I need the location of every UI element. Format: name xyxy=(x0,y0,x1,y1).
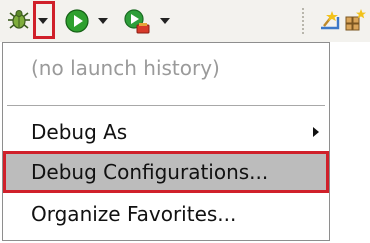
play-icon xyxy=(65,9,89,33)
menu-separator xyxy=(7,105,325,106)
debug-dropdown-menu: (no launch history) Debug As Debug Confi… xyxy=(2,42,330,241)
debug-button[interactable] xyxy=(6,7,32,33)
menu-item-label: Debug As xyxy=(31,120,128,144)
menu-item-label: (no launch history) xyxy=(31,56,220,80)
menu-item-label: Debug Configurations... xyxy=(31,160,269,184)
external-tools-icon xyxy=(124,9,150,34)
external-tools-dropdown[interactable] xyxy=(160,18,170,24)
toolbar-separator xyxy=(302,8,304,34)
chevron-down-icon xyxy=(98,18,108,24)
chevron-down-icon xyxy=(160,18,170,24)
menu-item-debug-configurations[interactable]: Debug Configurations... xyxy=(3,151,329,193)
external-tools-button[interactable] xyxy=(122,6,152,36)
submenu-arrow-icon xyxy=(313,127,319,137)
bug-icon xyxy=(8,10,30,29)
new-project-button[interactable] xyxy=(318,8,344,34)
new-package-button[interactable] xyxy=(344,8,368,34)
new-project-icon xyxy=(321,11,340,30)
new-package-icon xyxy=(345,9,366,31)
menu-item-label: Organize Favorites... xyxy=(31,202,237,226)
run-dropdown[interactable] xyxy=(98,18,108,24)
debug-dropdown-highlight xyxy=(33,1,55,39)
run-button[interactable] xyxy=(64,8,90,34)
menu-item-organize-favorites[interactable]: Organize Favorites... xyxy=(3,195,329,233)
toolbar xyxy=(0,0,370,42)
menu-item-debug-as[interactable]: Debug As xyxy=(3,115,329,149)
menu-item-no-launch-history: (no launch history) xyxy=(3,51,329,85)
